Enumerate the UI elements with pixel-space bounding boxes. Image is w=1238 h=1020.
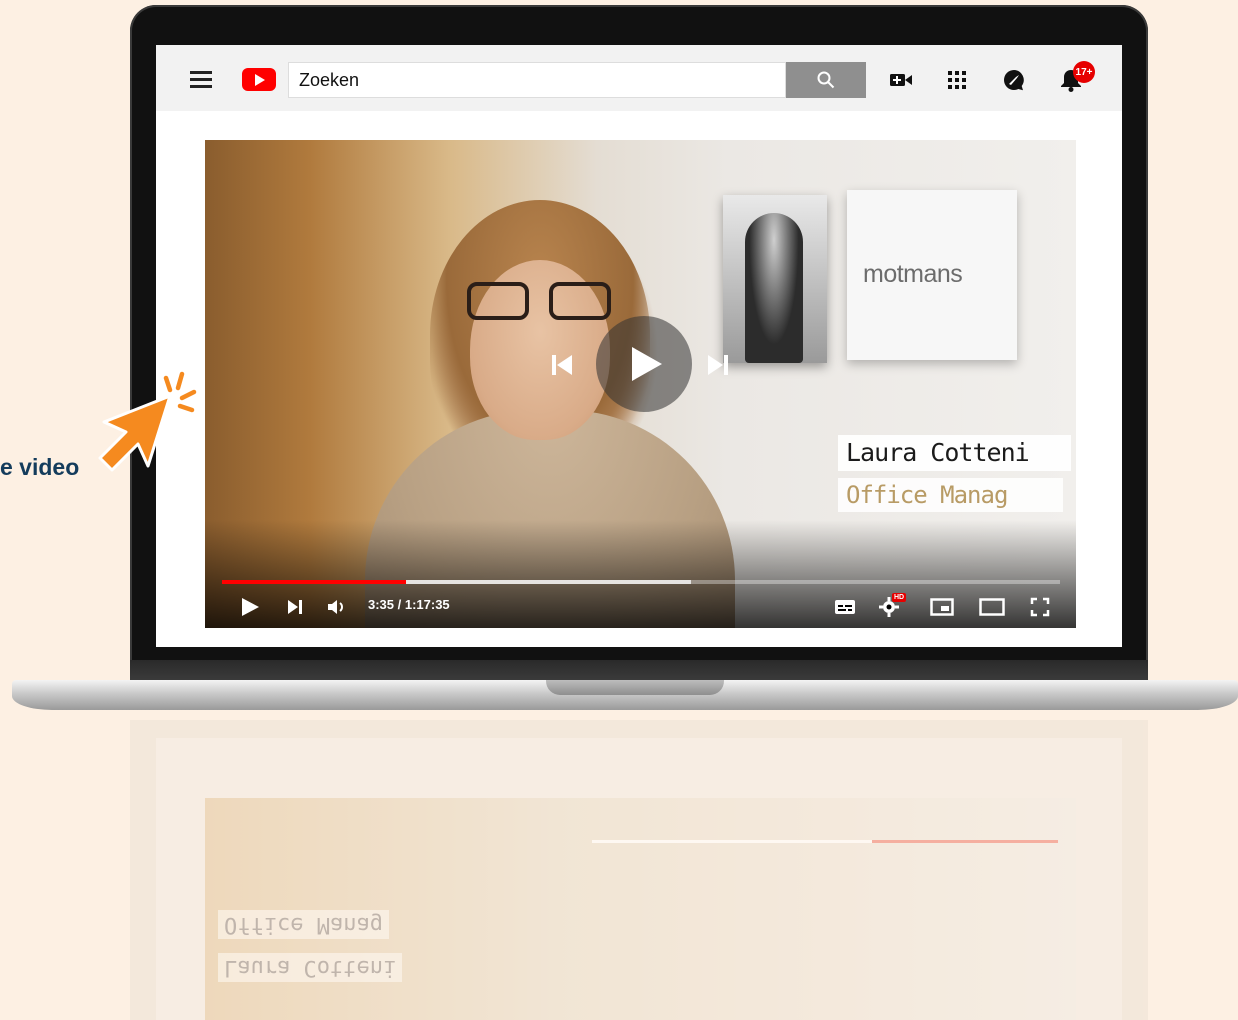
next-video-icon[interactable] bbox=[705, 352, 731, 378]
apps-grid-icon[interactable] bbox=[944, 67, 970, 93]
laptop-chin bbox=[130, 660, 1148, 682]
subtitles-icon[interactable] bbox=[833, 596, 857, 618]
search-icon bbox=[817, 71, 835, 89]
big-play-button[interactable] bbox=[596, 316, 692, 412]
speaker-glasses bbox=[467, 282, 615, 324]
laptop-notch bbox=[546, 680, 724, 695]
reflection-video bbox=[205, 798, 1076, 1020]
youtube-header: Zoeken 17+ bbox=[156, 45, 1122, 111]
next-icon[interactable] bbox=[285, 596, 305, 618]
brand-sign-text: motmans bbox=[863, 260, 963, 288]
reflection-name-label: Laura Cotteni bbox=[218, 953, 403, 982]
lower-third-role: Office Manag bbox=[838, 478, 1063, 512]
previous-video-icon[interactable] bbox=[549, 352, 575, 378]
laptop-reflection: Office Manag Laura Cotteni bbox=[130, 720, 1148, 1020]
play-icon[interactable] bbox=[239, 596, 261, 618]
progress-played bbox=[222, 580, 407, 584]
wall-photo bbox=[723, 195, 827, 363]
click-cursor-icon bbox=[98, 371, 197, 472]
miniplayer-icon[interactable] bbox=[929, 596, 955, 618]
theater-mode-icon[interactable] bbox=[978, 596, 1006, 618]
create-video-icon[interactable] bbox=[888, 67, 914, 93]
lower-third-name: Laura Cotteni bbox=[838, 435, 1071, 471]
youtube-logo[interactable] bbox=[242, 68, 276, 91]
time-display: 3:35 / 1:17:35 bbox=[368, 597, 450, 612]
search-button[interactable] bbox=[786, 62, 866, 98]
progress-bar[interactable] bbox=[222, 580, 1060, 584]
wall-brand-sign: motmans bbox=[847, 190, 1017, 360]
video-player[interactable]: motmans Laura Cotteni Office Manag 3:35 … bbox=[205, 140, 1076, 628]
menu-icon[interactable] bbox=[190, 71, 212, 88]
callout-text: e video bbox=[0, 454, 80, 480]
reflection-role-label: Office Manag bbox=[218, 910, 389, 939]
fullscreen-icon[interactable] bbox=[1028, 596, 1052, 618]
reflection-progress-bar bbox=[592, 840, 1058, 843]
hd-badge: HD bbox=[892, 593, 907, 602]
volume-icon[interactable] bbox=[325, 596, 349, 618]
laptop-screen: Zoeken 17+ motmans Laura Cotteni Office … bbox=[156, 45, 1122, 647]
messages-icon[interactable] bbox=[1001, 67, 1027, 93]
search-input[interactable]: Zoeken bbox=[288, 62, 786, 98]
notification-count-badge: 17+ bbox=[1073, 61, 1095, 83]
